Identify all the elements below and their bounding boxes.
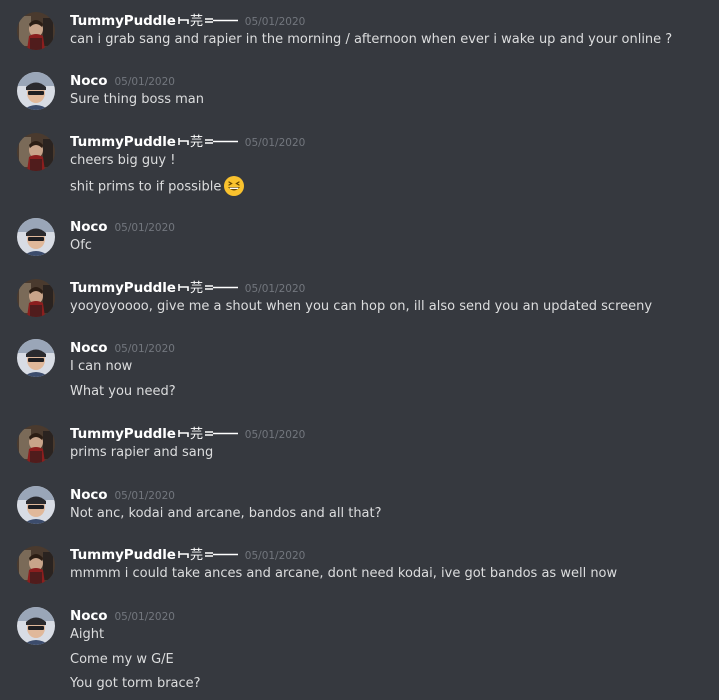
username[interactable]: TummyPuddle <box>70 134 176 150</box>
username-decoration-glyph: 芫 <box>190 427 203 440</box>
username-decoration-icon: 芫 <box>177 427 238 440</box>
username[interactable]: Noco <box>70 340 108 356</box>
message-header: Noco 05/01/2020 <box>70 338 175 358</box>
username[interactable]: Noco <box>70 608 108 624</box>
username-decoration-icon: 芫 <box>177 135 238 148</box>
avatar[interactable] <box>17 546 55 584</box>
avatar[interactable] <box>17 425 55 463</box>
message-header: TummyPuddle 芫 05/01/2020 <box>70 11 305 31</box>
message-text: shit prims to if possible <box>70 179 222 195</box>
message-text: cheers big guy ! <box>70 153 176 168</box>
user-avatar-tummypuddle-icon <box>17 425 55 463</box>
avatar[interactable] <box>17 607 55 645</box>
user-avatar-tummypuddle-icon <box>17 12 55 50</box>
timestamp[interactable]: 05/01/2020 <box>114 490 175 502</box>
username[interactable]: TummyPuddle <box>70 13 176 29</box>
message-text: I can now <box>70 359 133 374</box>
timestamp[interactable]: 05/01/2020 <box>245 137 306 149</box>
timestamp[interactable]: 05/01/2020 <box>114 222 175 234</box>
user-avatar-noco-icon <box>17 486 55 524</box>
username[interactable]: TummyPuddle <box>70 426 176 442</box>
message-header: TummyPuddle 芫 05/01/2020 <box>70 132 305 152</box>
user-avatar-noco-icon <box>17 218 55 256</box>
message-header: Noco 05/01/2020 <box>70 606 175 626</box>
user-avatar-tummypuddle-icon <box>17 279 55 317</box>
user-avatar-tummypuddle-icon <box>17 133 55 171</box>
message-text: prims rapier and sang <box>70 445 214 460</box>
timestamp[interactable]: 05/01/2020 <box>245 283 306 295</box>
timestamp[interactable]: 05/01/2020 <box>245 429 306 441</box>
timestamp[interactable]: 05/01/2020 <box>114 611 175 623</box>
message-text: What you need? <box>70 384 176 399</box>
username-decoration-glyph: 芫 <box>190 14 203 27</box>
username-decoration-glyph: 芫 <box>190 281 203 294</box>
timestamp[interactable]: 05/01/2020 <box>245 550 306 562</box>
message-text: You got torm brace? <box>70 676 201 691</box>
message-list[interactable]: TummyPuddle 芫 05/01/2020 can i grab sang… <box>0 0 719 700</box>
user-avatar-noco-icon <box>17 72 55 110</box>
message-text: Aight <box>70 627 105 642</box>
grinning-squinting-face-emoji-icon[interactable] <box>223 175 245 197</box>
username-decoration-glyph: 芫 <box>190 135 203 148</box>
avatar[interactable] <box>17 339 55 377</box>
message-header: Noco 05/01/2020 <box>70 485 175 505</box>
message-header: Noco 05/01/2020 <box>70 71 175 91</box>
message-text: Sure thing boss man <box>70 92 205 107</box>
username-decoration-icon: 芫 <box>177 548 238 561</box>
message-header: TummyPuddle 芫 05/01/2020 <box>70 545 305 565</box>
message-text: mmmm i could take ances and arcane, dont… <box>70 566 618 581</box>
username-decoration-icon: 芫 <box>177 14 238 27</box>
message-text: Ofc <box>70 238 92 253</box>
message-header: Noco 05/01/2020 <box>70 217 175 237</box>
avatar[interactable] <box>17 218 55 256</box>
username[interactable]: Noco <box>70 219 108 235</box>
message-header: TummyPuddle 芫 05/01/2020 <box>70 278 305 298</box>
message-header: TummyPuddle 芫 05/01/2020 <box>70 424 305 444</box>
message-text-row: shit prims to if possible <box>70 176 245 196</box>
avatar[interactable] <box>17 72 55 110</box>
timestamp[interactable]: 05/01/2020 <box>245 16 306 28</box>
username-decoration-icon: 芫 <box>177 281 238 294</box>
message-text: yooyoyoooo, give me a shout when you can… <box>70 299 653 314</box>
username[interactable]: TummyPuddle <box>70 280 176 296</box>
avatar[interactable] <box>17 133 55 171</box>
message-text: Come my w G/E <box>70 652 174 667</box>
username-decoration-glyph: 芫 <box>190 548 203 561</box>
avatar[interactable] <box>17 279 55 317</box>
avatar[interactable] <box>17 486 55 524</box>
user-avatar-noco-icon <box>17 339 55 377</box>
message-text: can i grab sang and rapier in the mornin… <box>70 32 673 47</box>
username[interactable]: Noco <box>70 487 108 503</box>
timestamp[interactable]: 05/01/2020 <box>114 76 175 88</box>
user-avatar-noco-icon <box>17 607 55 645</box>
message-text: Not anc, kodai and arcane, bandos and al… <box>70 506 382 521</box>
avatar[interactable] <box>17 12 55 50</box>
timestamp[interactable]: 05/01/2020 <box>114 343 175 355</box>
user-avatar-tummypuddle-icon <box>17 546 55 584</box>
username[interactable]: TummyPuddle <box>70 547 176 563</box>
username[interactable]: Noco <box>70 73 108 89</box>
